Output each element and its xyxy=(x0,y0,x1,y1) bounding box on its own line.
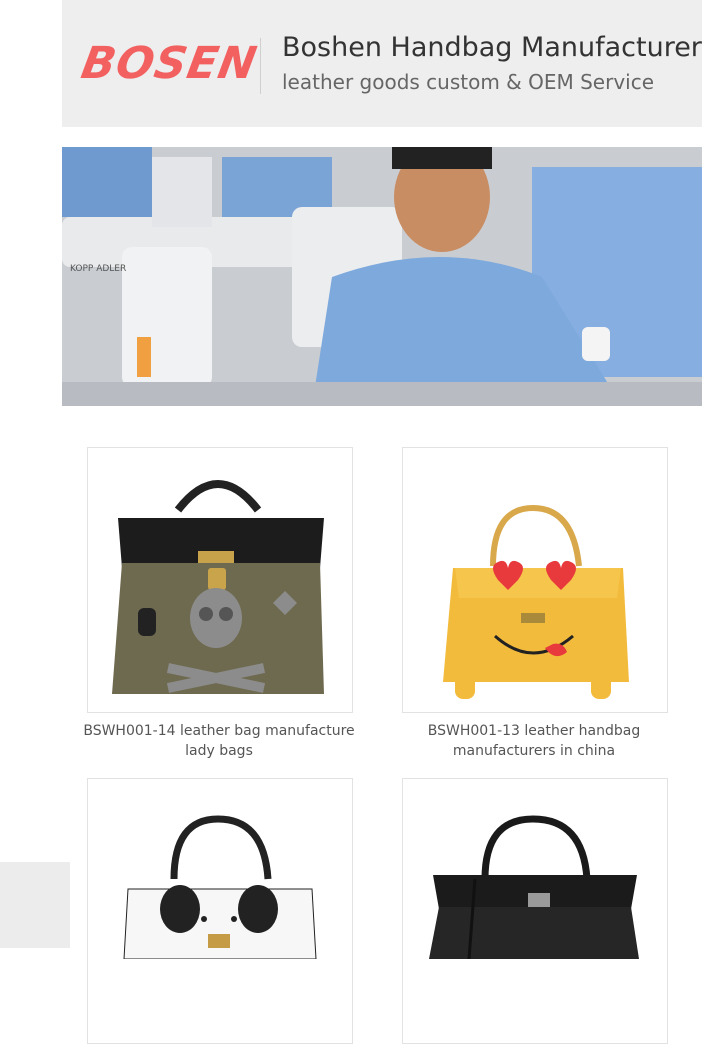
product-card-2[interactable] xyxy=(402,447,668,713)
site-header: BOSEN Boshen Handbag Manufacturer leathe… xyxy=(62,0,702,127)
product-card-4[interactable] xyxy=(402,778,668,1044)
site-title: Boshen Handbag Manufacturer xyxy=(282,32,702,63)
product-image-3 xyxy=(123,815,317,960)
product-caption-2[interactable]: BSWH001-13 leather handbag manufacturers… xyxy=(389,721,679,761)
hero-banner-image: KOPP ADLER xyxy=(62,147,702,406)
brand-logo[interactable]: BOSEN xyxy=(78,38,262,89)
product-card-3[interactable] xyxy=(87,778,353,1044)
product-image-1 xyxy=(112,480,324,694)
machine-label: KOPP ADLER xyxy=(70,264,126,274)
site-subtitle: leather goods custom & OEM Service xyxy=(282,70,655,94)
header-divider xyxy=(260,38,261,94)
product-caption-1[interactable]: BSWH001-14 leather bag manufacture lady … xyxy=(74,721,364,761)
product-card-1[interactable] xyxy=(87,447,353,713)
floating-side-panel[interactable] xyxy=(0,862,70,948)
product-image-4 xyxy=(429,815,639,960)
product-image-2 xyxy=(443,504,629,699)
